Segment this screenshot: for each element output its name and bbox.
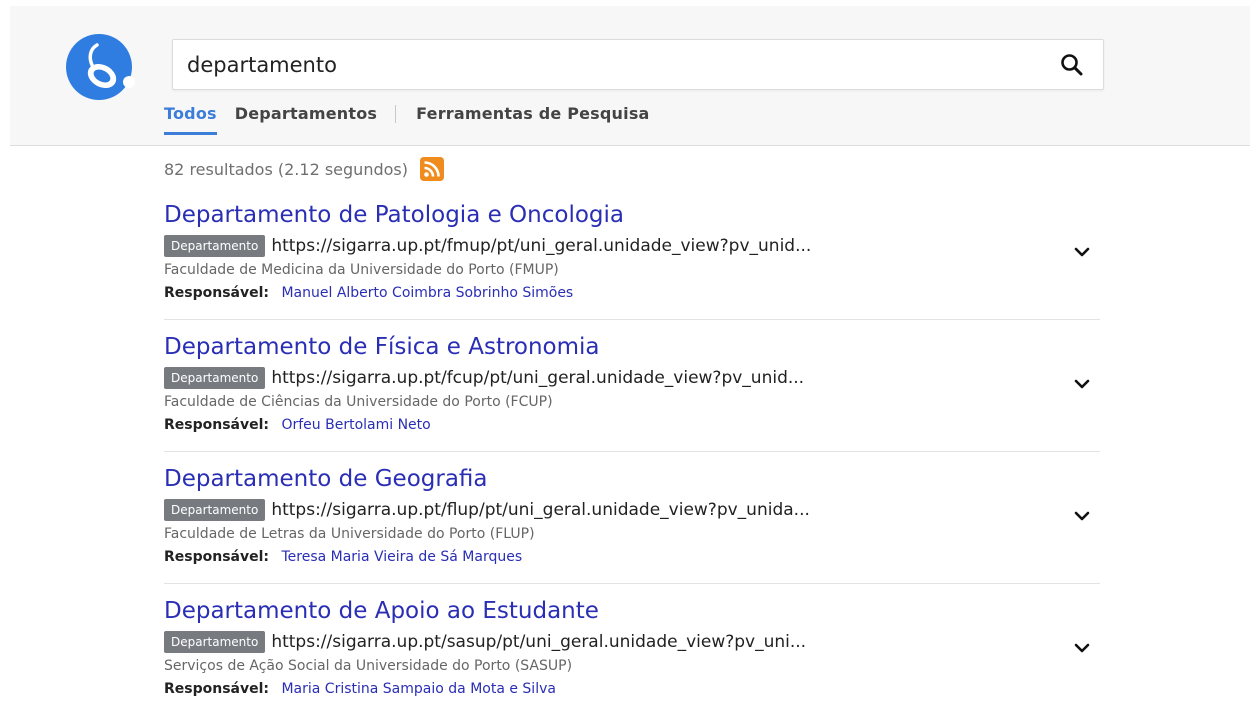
- computer-mouse-logo-icon[interactable]: [66, 32, 136, 102]
- result-title-link[interactable]: Departamento de Apoio ao Estudante: [164, 596, 1100, 626]
- result-type-badge: Departamento: [164, 499, 266, 521]
- result-responsible: Responsável: Maria Cristina Sampaio da M…: [164, 679, 1100, 699]
- search-tabs: Todos Departamentos Ferramentas de Pesqu…: [164, 104, 668, 144]
- result-url: https://sigarra.up.pt/fmup/pt/uni_geral.…: [271, 236, 812, 256]
- result-item: Departamento de Física e Astronomia Depa…: [164, 320, 1100, 452]
- search-icon[interactable]: [1059, 52, 1085, 78]
- results-stats: 82 resultados (2.12 segundos): [164, 150, 1100, 188]
- search-box: [172, 39, 1104, 90]
- responsible-name-link[interactable]: Maria Cristina Sampaio da Mota e Silva: [281, 681, 555, 697]
- responsible-label: Responsável:: [164, 681, 270, 697]
- result-type-badge: Departamento: [164, 631, 266, 653]
- tab-ferramentas-de-pesquisa[interactable]: Ferramentas de Pesquisa: [416, 104, 649, 135]
- result-title-link[interactable]: Departamento de Geografia: [164, 464, 1100, 494]
- tab-divider: [395, 105, 397, 123]
- rss-feed-icon[interactable]: [419, 157, 444, 181]
- responsible-label: Responsável:: [164, 285, 270, 301]
- result-faculty: Serviços de Ação Social da Universidade …: [164, 658, 573, 674]
- result-url-line: Departamento https://sigarra.up.pt/fmup/…: [164, 234, 1100, 258]
- result-item: Departamento de Apoio ao Estudante Depar…: [164, 584, 1100, 711]
- responsible-name-link[interactable]: Orfeu Bertolami Neto: [281, 417, 430, 433]
- result-item: Departamento de Geografia Departamento h…: [164, 452, 1100, 584]
- result-type-badge: Departamento: [164, 367, 266, 389]
- results-list: 82 resultados (2.12 segundos) Departamen…: [164, 150, 1100, 711]
- responsible-label: Responsável:: [164, 417, 270, 433]
- chevron-down-icon[interactable]: [1072, 638, 1092, 658]
- result-url: https://sigarra.up.pt/flup/pt/uni_geral.…: [271, 500, 810, 520]
- search-input[interactable]: [187, 40, 1047, 89]
- result-faculty: Faculdade de Letras da Universidade do P…: [164, 526, 535, 542]
- result-url-line: Departamento https://sigarra.up.pt/flup/…: [164, 498, 1100, 522]
- responsible-label: Responsável:: [164, 549, 270, 565]
- result-url-line: Departamento https://sigarra.up.pt/sasup…: [164, 630, 1100, 654]
- result-responsible: Responsável: Manuel Alberto Coimbra Sobr…: [164, 283, 1100, 303]
- tab-departamentos[interactable]: Departamentos: [235, 104, 377, 135]
- tab-todos[interactable]: Todos: [164, 104, 217, 135]
- result-url: https://sigarra.up.pt/sasup/pt/uni_geral…: [271, 632, 807, 652]
- result-faculty: Faculdade de Ciências da Universidade do…: [164, 394, 553, 410]
- result-responsible: Responsável: Orfeu Bertolami Neto: [164, 415, 1100, 435]
- result-url-line: Departamento https://sigarra.up.pt/fcup/…: [164, 366, 1100, 390]
- chevron-down-icon[interactable]: [1072, 242, 1092, 262]
- chevron-down-icon[interactable]: [1072, 506, 1092, 526]
- result-type-badge: Departamento: [164, 235, 266, 257]
- chevron-down-icon[interactable]: [1072, 374, 1092, 394]
- result-item: Departamento de Patologia e Oncologia De…: [164, 188, 1100, 320]
- responsible-name-link[interactable]: Manuel Alberto Coimbra Sobrinho Simões: [281, 285, 573, 301]
- responsible-name-link[interactable]: Teresa Maria Vieira de Sá Marques: [281, 549, 522, 565]
- result-title-link[interactable]: Departamento de Física e Astronomia: [164, 332, 1100, 362]
- results-count: 82 resultados (2.12 segundos): [164, 159, 408, 179]
- result-url: https://sigarra.up.pt/fcup/pt/uni_geral.…: [271, 368, 805, 388]
- result-responsible: Responsável: Teresa Maria Vieira de Sá M…: [164, 547, 1100, 567]
- result-faculty: Faculdade de Medicina da Universidade do…: [164, 262, 559, 278]
- result-title-link[interactable]: Departamento de Patologia e Oncologia: [164, 200, 1100, 230]
